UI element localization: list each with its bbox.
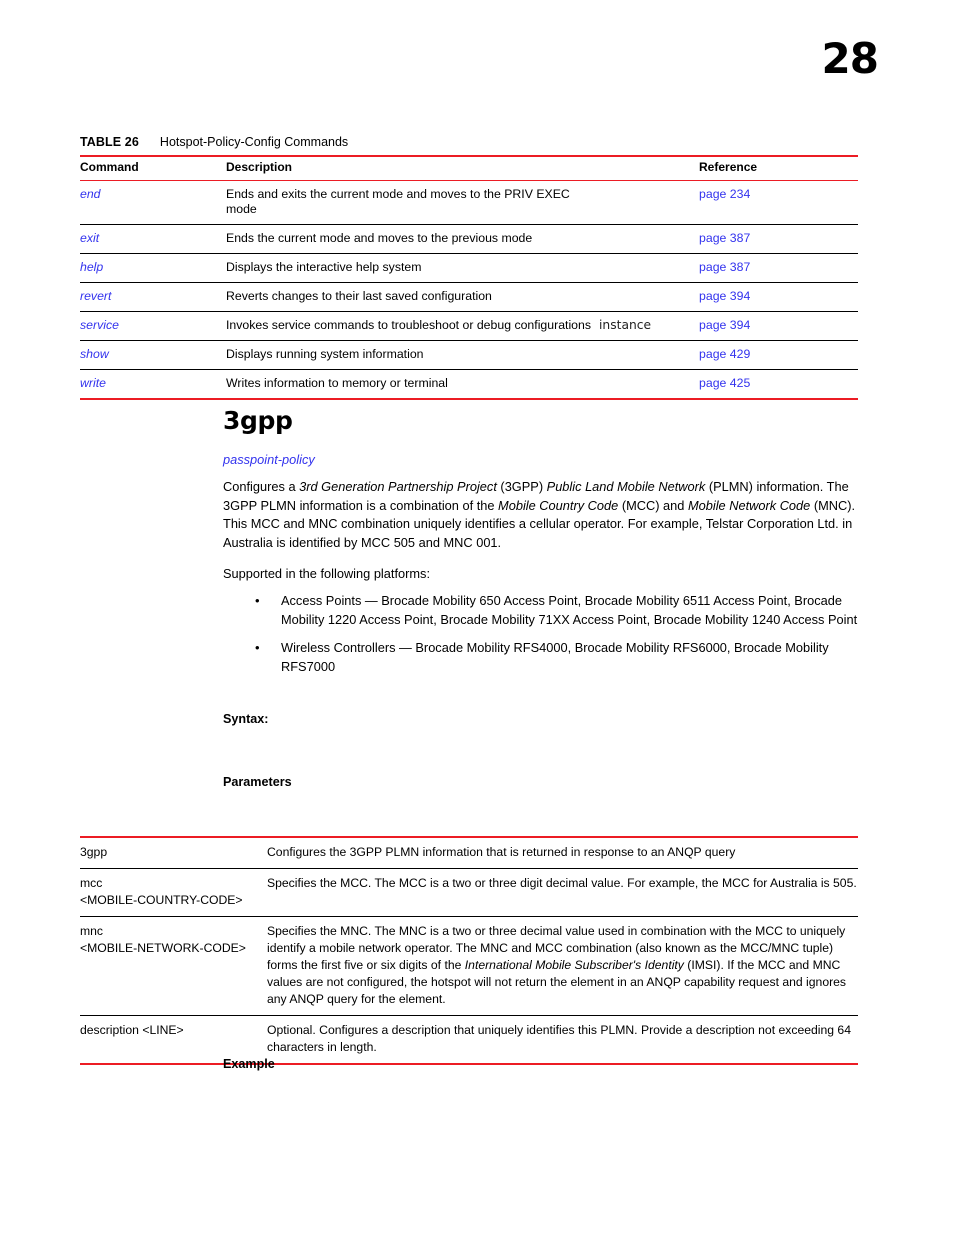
parameter-description-cell: Specifies the MCC. The MCC is a two or t… xyxy=(265,868,858,917)
description-cell: Reverts changes to their last saved conf… xyxy=(226,282,599,312)
reference-link[interactable]: page 425 xyxy=(699,376,750,390)
list-item: • Wireless Controllers — Brocade Mobilit… xyxy=(223,639,875,676)
table-row: help Displays the interactive help syste… xyxy=(80,253,859,283)
table-row: show Displays running system information… xyxy=(80,340,859,370)
list-item-label: Wireless Controllers — Brocade Mobility … xyxy=(281,640,829,674)
reference-link[interactable]: page 429 xyxy=(699,347,750,361)
column-header-reference: Reference xyxy=(699,155,859,181)
description-cell: Displays running system information xyxy=(226,340,599,370)
reference-cell: page 394 xyxy=(699,282,859,312)
mode-link-passpoint-policy[interactable]: passpoint-policy xyxy=(223,452,315,467)
description-cell: Ends and exits the current mode and move… xyxy=(226,180,599,225)
reference-cell: page 234 xyxy=(699,180,859,225)
page-number: 28 xyxy=(821,34,879,83)
command-link[interactable]: show xyxy=(80,347,109,361)
parameter-name: description <LINE> xyxy=(80,1023,184,1037)
table-row: exit Ends the current mode and moves to … xyxy=(80,224,859,254)
parameters-table: 3gpp Configures the 3GPP PLMN informatio… xyxy=(80,836,858,1065)
command-cell: show xyxy=(80,340,226,370)
extra-cell xyxy=(599,282,700,312)
parameter-name-cell: 3gpp xyxy=(80,836,265,869)
extra-cell xyxy=(599,369,700,400)
hotspot-policy-config-commands-table: Command Description Reference end Ends a… xyxy=(80,155,859,400)
reference-cell: page 387 xyxy=(699,253,859,283)
command-cell: exit xyxy=(80,224,226,254)
table-row: write Writes information to memory or te… xyxy=(80,369,859,400)
parameter-description-cell: Optional. Configures a description that … xyxy=(265,1015,858,1065)
command-cell: help xyxy=(80,253,226,283)
intro-paragraph: Configures a 3rd Generation Partnership … xyxy=(223,479,856,550)
table-header-row: Command Description Reference xyxy=(80,155,859,181)
command-link[interactable]: help xyxy=(80,260,103,274)
extra-cell xyxy=(599,340,700,370)
reference-link[interactable]: page 394 xyxy=(699,318,750,332)
command-cell: service xyxy=(80,311,226,341)
table-row: description <LINE> Optional. Configures … xyxy=(80,1015,858,1065)
parameter-name: mnc xyxy=(80,924,104,938)
table-row: mnc <MOBILE-NETWORK-CODE> Specifies the … xyxy=(80,916,858,1016)
table-row: mcc <MOBILE-COUNTRY-CODE> Specifies the … xyxy=(80,868,858,917)
command-link[interactable]: end xyxy=(80,187,101,201)
parameter-description-cell: Configures the 3GPP PLMN information tha… xyxy=(265,836,858,869)
table-row: 3gpp Configures the 3GPP PLMN informatio… xyxy=(80,836,858,869)
reference-cell: page 387 xyxy=(699,224,859,254)
description-cell: Displays the interactive help system xyxy=(226,253,599,283)
table-caption-text: Hotspot-Policy-Config Commands xyxy=(159,135,349,149)
parameter-name-arg: <MOBILE-COUNTRY-CODE> xyxy=(80,893,243,907)
supported-platforms-list: • Access Points — Brocade Mobility 650 A… xyxy=(223,592,875,686)
table-row: revert Reverts changes to their last sav… xyxy=(80,282,859,312)
description-cell: Writes information to memory or terminal xyxy=(226,369,599,400)
parameter-name-arg: <MOBILE-NETWORK-CODE> xyxy=(80,941,246,955)
list-item: • Access Points — Brocade Mobility 650 A… xyxy=(223,592,875,629)
command-link[interactable]: exit xyxy=(80,231,99,245)
parameter-name-cell: mcc <MOBILE-COUNTRY-CODE> xyxy=(80,868,265,917)
page-title: 3gpp xyxy=(223,406,293,435)
extra-cell: instance xyxy=(599,311,700,341)
command-cell: end xyxy=(80,180,226,225)
bullet-icon: • xyxy=(255,640,260,655)
parameters-heading: Parameters xyxy=(223,775,292,789)
reference-cell: page 425 xyxy=(699,369,859,400)
description-cell: Ends the current mode and moves to the p… xyxy=(226,224,599,254)
reference-cell: page 394 xyxy=(699,311,859,341)
parameter-name: mcc xyxy=(80,876,103,890)
table-row: end Ends and exits the current mode and … xyxy=(80,180,859,225)
reference-link[interactable]: page 387 xyxy=(699,231,750,245)
command-link[interactable]: write xyxy=(80,376,106,390)
reference-cell: page 429 xyxy=(699,340,859,370)
reference-link[interactable]: page 394 xyxy=(699,289,750,303)
extra-cell xyxy=(599,224,700,254)
table-caption: TABLE 26 Hotspot-Policy-Config Commands xyxy=(80,134,348,150)
column-header-description: Description xyxy=(226,155,700,181)
description-cell: Invokes service commands to troubleshoot… xyxy=(226,311,599,341)
table-caption-label: TABLE 26 xyxy=(80,135,139,149)
syntax-heading: Syntax: xyxy=(223,712,269,726)
extra-cell xyxy=(599,253,700,283)
supported-platforms-line: Supported in the following platforms: xyxy=(223,566,430,581)
reference-link[interactable]: page 234 xyxy=(699,187,750,201)
extra-cell xyxy=(599,180,700,225)
command-link[interactable]: service xyxy=(80,318,119,332)
parameter-description-cell: Specifies the MNC. The MNC is a two or t… xyxy=(265,916,858,1016)
command-cell: write xyxy=(80,369,226,400)
parameter-name: 3gpp xyxy=(80,845,108,859)
list-item-label: Access Points — Brocade Mobility 650 Acc… xyxy=(281,593,858,627)
reference-link[interactable]: page 387 xyxy=(699,260,750,274)
example-heading: Example xyxy=(223,1057,275,1071)
table-row: service Invokes service commands to trou… xyxy=(80,311,859,341)
command-cell: revert xyxy=(80,282,226,312)
parameter-name-cell: mnc <MOBILE-NETWORK-CODE> xyxy=(80,916,265,1016)
command-link[interactable]: revert xyxy=(80,289,111,303)
bullet-icon: • xyxy=(255,593,260,608)
column-header-command: Command xyxy=(80,155,226,181)
